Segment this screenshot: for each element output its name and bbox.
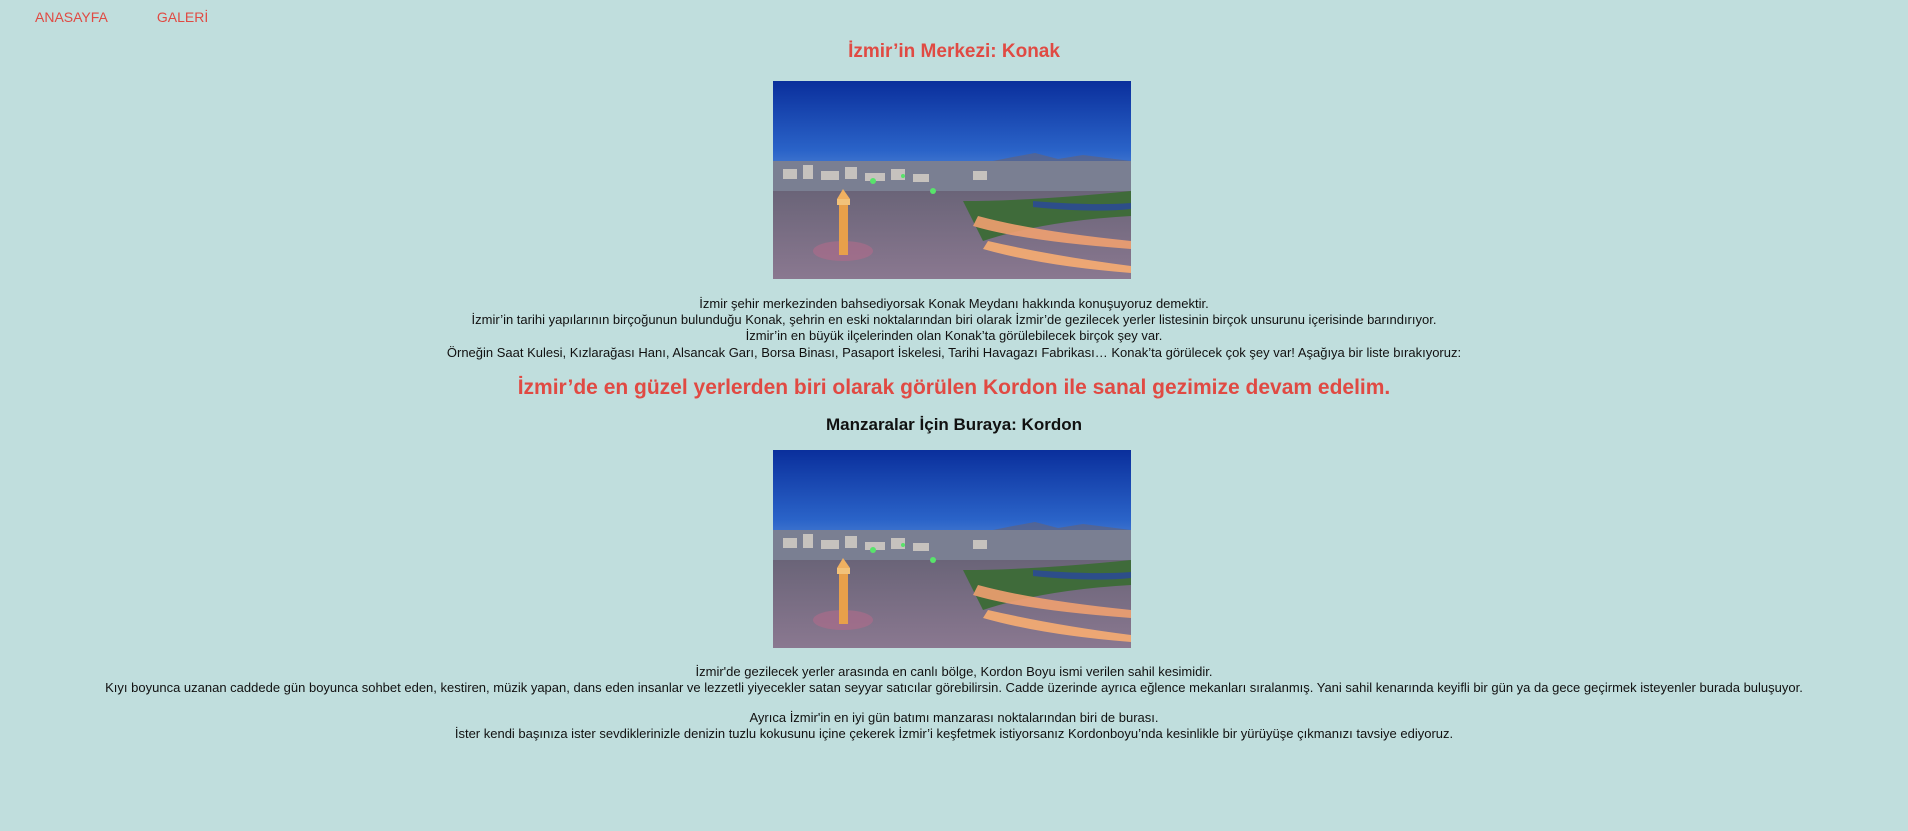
kordon-description-b: Ayrıca İzmir'in en iyi gün batımı manzar… — [0, 710, 1908, 742]
kordon-banner: İzmir’de en güzel yerlerden biri olarak … — [517, 376, 1391, 399]
kordon-photo-image — [773, 450, 1131, 648]
section-title-kordon: Manzaralar İçin Buraya: Kordon — [825, 415, 1082, 434]
konak-photo — [773, 81, 1131, 279]
konak-line: Örneğin Saat Kulesi, Kızlarağası Hanı, A… — [446, 344, 1462, 360]
kordon-description-a: İzmir'de gezilecek yerler arasında en ca… — [0, 664, 1908, 696]
konak-photo-image — [773, 81, 1131, 279]
kordon-line: Kıyı boyunca uzanan caddede gün boyunca … — [105, 680, 1803, 696]
section-title-konak: İzmir’in Merkezi: Konak — [848, 41, 1060, 62]
konak-line: İzmir’in tarihi yapılarının birçoğunun b… — [471, 312, 1437, 328]
konak-description: İzmir şehir merkezinden bahsediyorsak Ko… — [0, 296, 1908, 361]
top-nav: ANASAYFA GALERİ — [35, 9, 208, 25]
kordon-photo — [773, 450, 1131, 648]
nav-link-home[interactable]: ANASAYFA — [35, 9, 108, 25]
kordon-line: Ayrıca İzmir'in en iyi gün batımı manzar… — [749, 710, 1159, 725]
konak-line: İzmir şehir merkezinden bahsediyorsak Ko… — [699, 296, 1209, 311]
kordon-line: İster kendi başınıza ister sevdikleriniz… — [454, 726, 1454, 742]
nav-link-gallery[interactable]: GALERİ — [157, 9, 208, 25]
konak-line: İzmir’in en büyük ilçelerinden olan Kona… — [745, 328, 1163, 344]
kordon-line: İzmir'de gezilecek yerler arasında en ca… — [695, 664, 1213, 679]
